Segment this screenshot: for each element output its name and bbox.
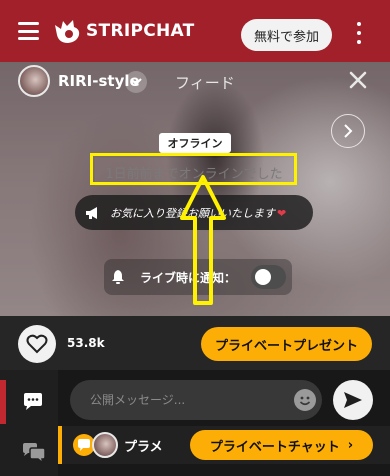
annotation-arrow-icon bbox=[180, 175, 226, 305]
private-messages-icon[interactable] bbox=[21, 442, 47, 464]
heart-emoji-icon: ❤ bbox=[277, 206, 287, 220]
next-stream-button[interactable] bbox=[331, 114, 365, 148]
private-row-accent bbox=[58, 426, 62, 464]
offline-badge: オフライン bbox=[159, 133, 231, 153]
model-avatar[interactable] bbox=[18, 65, 50, 97]
like-button[interactable] bbox=[18, 325, 56, 363]
top-bar: STRIPCHAT 無料で参加 bbox=[0, 0, 390, 62]
chat-main: 公開メッセージ... プラメ プライベートチャット › bbox=[58, 370, 390, 476]
megaphone-icon bbox=[86, 206, 97, 219]
heart-outline-icon bbox=[26, 334, 48, 354]
bell-icon bbox=[112, 270, 124, 284]
send-button[interactable] bbox=[333, 380, 373, 420]
brand-name: STRIPCHAT bbox=[86, 21, 195, 41]
private-gift-button[interactable]: プライベートプレゼント bbox=[201, 327, 372, 361]
chevron-down-icon[interactable] bbox=[125, 71, 147, 93]
action-bar: 53.8k プライベートプレゼント bbox=[0, 316, 390, 370]
private-chat-button[interactable]: プライベートチャット › bbox=[190, 430, 373, 460]
send-icon bbox=[344, 392, 362, 408]
brand-logo[interactable]: STRIPCHAT bbox=[52, 16, 195, 46]
chevron-right-icon bbox=[344, 124, 353, 138]
room-bar: RIRI-style フィード bbox=[0, 62, 390, 102]
live-notify-toggle[interactable] bbox=[251, 265, 286, 289]
emoji-icon[interactable] bbox=[294, 389, 316, 411]
private-chat-label: プライベートチャット bbox=[209, 439, 340, 455]
private-user-avatar bbox=[92, 432, 118, 458]
private-user-name: プラメ bbox=[124, 440, 163, 455]
public-message-input[interactable]: 公開メッセージ... bbox=[70, 380, 322, 420]
more-vert-icon[interactable] bbox=[352, 22, 366, 44]
stream-player: RIRI-style フィード オフライン 1日前前までオンラインでした お気に… bbox=[0, 62, 390, 316]
join-free-button[interactable]: 無料で参加 bbox=[241, 19, 332, 51]
message-placeholder: 公開メッセージ... bbox=[90, 393, 186, 407]
chat-side-rail bbox=[0, 370, 58, 476]
stripchat-logo-icon bbox=[55, 20, 80, 43]
chat-panel: 公開メッセージ... プラメ プライベートチャット › bbox=[0, 370, 390, 476]
chevron-right-icon: › bbox=[347, 437, 354, 453]
hamburger-menu-icon[interactable] bbox=[18, 22, 39, 40]
stream-page: STRIPCHAT 無料で参加 RIRI-style フィード オフライン 1日… bbox=[0, 0, 390, 476]
toggle-knob bbox=[255, 269, 271, 285]
private-chat-row: プラメ プライベートチャット › bbox=[58, 426, 390, 464]
close-icon[interactable] bbox=[348, 70, 368, 90]
tab-feed[interactable]: フィード bbox=[175, 72, 235, 93]
rail-active-indicator bbox=[0, 380, 6, 424]
like-count: 53.8k bbox=[67, 336, 105, 350]
public-chat-icon[interactable] bbox=[22, 392, 44, 412]
